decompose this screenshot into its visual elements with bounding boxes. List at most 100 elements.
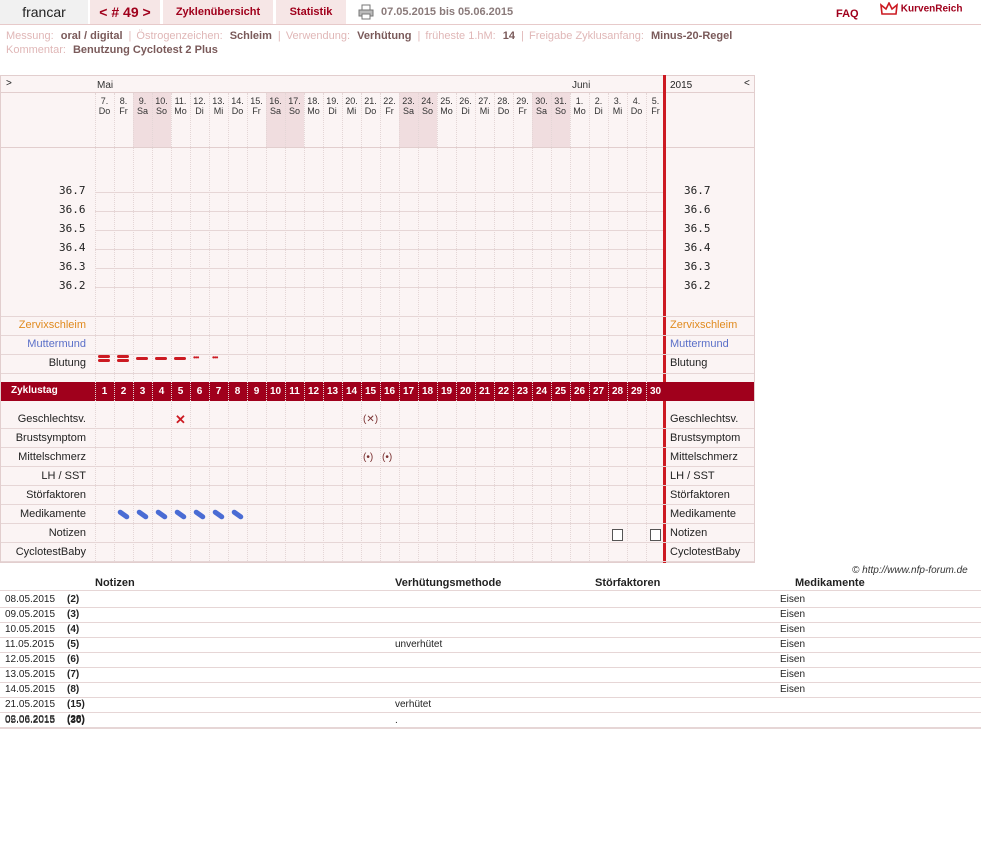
hm-label: früheste 1.hM: — [425, 30, 496, 42]
cycle-day-number: 28 — [611, 386, 624, 397]
day-header: 23. Sa — [399, 96, 418, 116]
temp-label-left: 36.5 — [59, 222, 86, 235]
day-number: 27. — [478, 96, 491, 106]
day-number: 28. — [497, 96, 510, 106]
day-number: 2. — [594, 96, 603, 106]
weekday: Sa — [402, 106, 414, 116]
day-header: 30. Sa — [532, 96, 551, 116]
table-row: 14.05.2015 (8) Eisen — [0, 682, 981, 698]
temp-label-left: 36.2 — [59, 279, 86, 292]
day-number: 16. — [269, 96, 282, 106]
row-label-right-zervixschleim: Zervixschleim — [670, 319, 738, 331]
cycle-day-number: 25 — [554, 386, 567, 397]
weekday: Di — [328, 106, 337, 116]
month-label-may: Mai — [97, 80, 114, 91]
oestrogen-value: Schleim — [229, 30, 272, 42]
weekday: Mi — [213, 106, 224, 116]
temp-label-right: 36.7 — [684, 184, 711, 197]
row-label: Mittelschmerz — [18, 451, 86, 463]
cycle-day-number: 17 — [402, 386, 415, 397]
day-header: 19. Di — [323, 96, 342, 116]
bleeding-marker — [117, 355, 129, 358]
cycle-day-number: 19 — [440, 386, 453, 397]
row-label: Störfaktoren — [26, 489, 86, 501]
weekday: So — [421, 106, 433, 116]
weekday: Fr — [119, 106, 128, 116]
faq-link[interactable]: FAQ — [836, 8, 859, 20]
cycle-day-number: 24 — [535, 386, 548, 397]
weekday: Fr — [651, 106, 660, 116]
weekday: Do — [98, 106, 111, 116]
weekday: Mo — [440, 106, 453, 116]
pill-icon — [192, 508, 207, 521]
row-medication: Eisen — [780, 594, 806, 605]
mittelschmerz-icon: (•) — [382, 452, 393, 463]
note-icon[interactable] — [612, 529, 623, 541]
statistics-link[interactable]: Statistik — [276, 0, 346, 24]
weekday: Mo — [174, 106, 187, 116]
info-line-1: Messung: oral / digital | Östrogenzeichen… — [6, 30, 733, 42]
bleeding-marker — [117, 359, 129, 362]
row-label-right: Medikamente — [670, 508, 737, 520]
row-label-blutung: Blutung — [48, 357, 86, 369]
cycle-day-number: 6 — [196, 386, 203, 397]
day-number: 25. — [440, 96, 453, 106]
cycle-day-number: 12 — [307, 386, 320, 397]
day-header: 22. Fr — [380, 96, 399, 116]
cycle-day-number: 5 — [177, 386, 184, 397]
cycle-day-number: 18 — [421, 386, 434, 397]
verwendung-value: Verhütung — [357, 30, 412, 42]
row-date: 09.05.2015 — [5, 609, 56, 620]
row-method: . — [395, 715, 398, 726]
weekday: Sa — [269, 106, 281, 116]
top-bar: francar < # 49 > Zyklenübersicht Statist… — [0, 0, 981, 25]
row-date: 14.05.2015 — [5, 684, 56, 695]
row-label-right-muttermund: Muttermund — [670, 338, 729, 350]
hm-value: 14 — [502, 30, 516, 42]
row-medication: Eisen — [780, 654, 806, 665]
row-label-right: Mittelschmerz — [670, 451, 738, 463]
scroll-right-button[interactable]: < — [744, 78, 750, 89]
day-number: 21. — [364, 96, 377, 106]
day-header: 4. Do — [627, 96, 646, 116]
table-row: 09.05.2015 (3) Eisen — [0, 607, 981, 623]
day-header: 18. Mo — [304, 96, 323, 116]
cycle-overview-link[interactable]: Zyklenübersicht — [163, 0, 273, 24]
day-header: 2. Di — [589, 96, 608, 116]
cycle-day-number: 3 — [139, 386, 146, 397]
day-number: 19. — [326, 96, 339, 106]
row-cycle-day: (7) — [67, 669, 80, 680]
day-header: 5. Fr — [646, 96, 665, 116]
row-cycle-day: (3) — [67, 609, 80, 620]
freigabe-value: Minus-20-Regel — [650, 30, 733, 42]
day-number: 14. — [231, 96, 244, 106]
copyright[interactable]: © http://www.nfp-forum.de — [852, 565, 968, 576]
weekday: Fr — [518, 106, 527, 116]
scroll-left-button[interactable]: > — [6, 78, 12, 89]
printer-icon[interactable] — [358, 4, 374, 20]
pill-icon — [154, 508, 169, 521]
cycle-navigator[interactable]: < # 49 > — [90, 0, 160, 24]
bleeding-marker — [98, 355, 110, 358]
day-number: 9. — [138, 96, 147, 106]
note-icon[interactable] — [650, 529, 661, 541]
medication-header: Medikamente — [795, 577, 865, 589]
user-name[interactable]: francar — [0, 0, 88, 24]
temp-label-right: 36.5 — [684, 222, 711, 235]
pill-icon — [135, 508, 150, 521]
row-label: LH / SST — [41, 470, 86, 482]
weekday: Mi — [612, 106, 623, 116]
freigabe-label: Freigabe Zyklusanfang: — [528, 30, 644, 42]
day-header: 17. So — [285, 96, 304, 116]
row-method: verhütet — [395, 699, 432, 710]
weekday: Do — [630, 106, 643, 116]
weekday: Sa — [535, 106, 547, 116]
kurvenreich-logo[interactable]: KurvenReich — [879, 1, 962, 16]
day-number: 12. — [193, 96, 206, 106]
cycle-day-number: 8 — [234, 386, 241, 397]
cycle-day-number: 27 — [592, 386, 605, 397]
verwendung-label: Verwendung: — [285, 30, 351, 42]
spotting-marker: ••• — [212, 353, 218, 362]
weekday: So — [288, 106, 300, 116]
day-number: 1. — [575, 96, 584, 106]
